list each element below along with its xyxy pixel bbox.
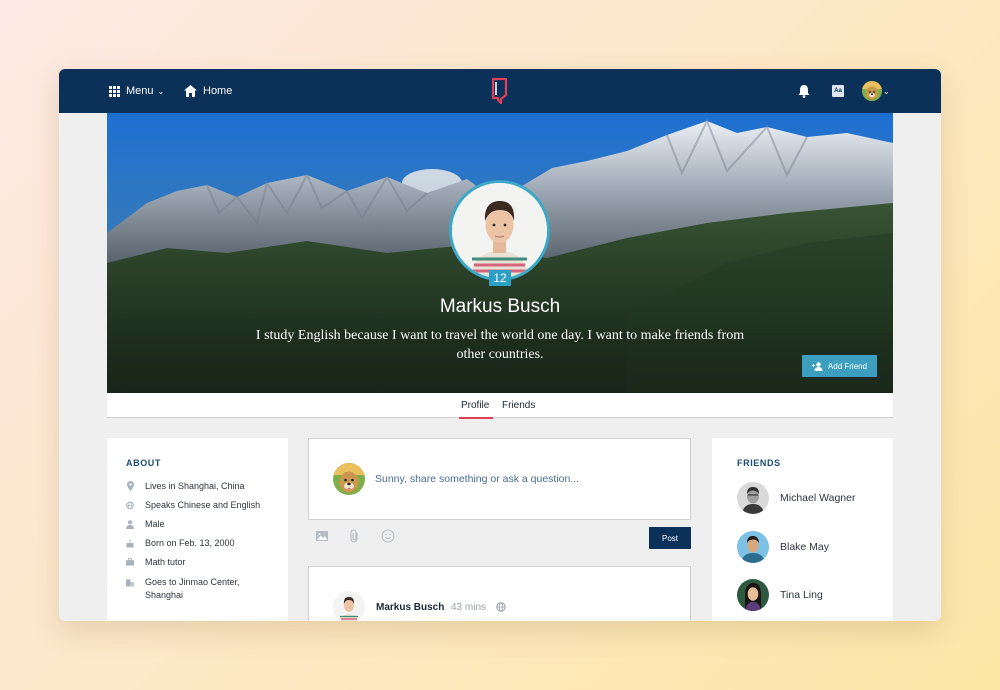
about-item-location: Lives in Shanghai, China (126, 480, 245, 493)
top-navbar: Menu ⌄ Home Aa ⌄ (59, 69, 941, 113)
add-friend-button[interactable]: Add Friend (802, 355, 877, 377)
app-logo[interactable] (491, 78, 508, 104)
about-item-birthday: Born on Feb. 13, 2000 (126, 537, 235, 550)
about-item-text: Born on Feb. 13, 2000 (145, 538, 235, 548)
friend-item[interactable]: Michael Wagner (737, 482, 855, 514)
bell-icon (798, 84, 810, 98)
about-item-gender: Male (126, 518, 165, 531)
profile-cover: 12 Markus Busch I study English because … (107, 113, 893, 393)
about-item-languages: Speaks Chinese and English (126, 499, 260, 512)
about-item-text: Math tutor (145, 557, 186, 567)
about-item-text: Male (145, 519, 165, 529)
birthday-cake-icon (126, 538, 134, 548)
about-item-text: Speaks Chinese and English (145, 500, 261, 510)
building-icon (126, 577, 134, 587)
dictionary-icon: Aa (832, 85, 844, 97)
about-item-text: Goes to Jinmao Center, Shanghai (145, 577, 240, 600)
avatar[interactable] (333, 591, 365, 621)
avatar (737, 579, 769, 611)
home-link[interactable]: Home (184, 69, 232, 113)
location-pin-icon (126, 481, 134, 491)
account-menu-button[interactable]: ⌄ (862, 69, 890, 113)
friend-name: Michael Wagner (780, 492, 856, 504)
globe-icon (126, 500, 134, 510)
profile-bio: I study English because I want to travel… (255, 328, 745, 362)
add-friend-label: Add Friend (827, 361, 868, 371)
chevron-down-icon: ⌄ (883, 86, 890, 96)
friend-name: Tina Ling (780, 589, 823, 601)
grid-icon (109, 85, 120, 97)
level-badge: 12 (489, 270, 511, 286)
friends-card: FRIENDS Michael Wagner Blake May Tina Li… (712, 438, 893, 621)
friend-name: Blake May (780, 541, 830, 553)
composer-input[interactable] (375, 467, 675, 491)
image-icon[interactable] (315, 529, 329, 543)
about-title: ABOUT (126, 458, 161, 468)
avatar (737, 531, 769, 563)
friend-item[interactable]: Tina Ling (737, 579, 823, 611)
friend-item[interactable]: Blake May (737, 531, 829, 563)
menu-label: Menu (126, 85, 154, 97)
avatar (737, 482, 769, 514)
post-composer (308, 438, 691, 520)
globe-icon (496, 602, 506, 612)
about-item-job: Math tutor (126, 556, 186, 569)
home-icon (184, 85, 197, 97)
tab-profile[interactable]: Profile (459, 393, 494, 419)
briefcase-icon (126, 557, 134, 567)
post-author[interactable]: Markus Busch (376, 602, 444, 613)
person-icon (126, 519, 134, 529)
profile-name: Markus Busch (439, 296, 561, 317)
notifications-button[interactable] (798, 69, 810, 113)
post-time: 43 mins (451, 602, 487, 613)
about-item-school: Goes to Jinmao Center, Shanghai (126, 576, 271, 602)
post-button[interactable]: Post (649, 527, 691, 549)
add-user-icon (811, 361, 823, 371)
profile-avatar[interactable] (449, 180, 550, 281)
menu-button[interactable]: Menu ⌄ (109, 69, 164, 113)
tab-friends[interactable]: Friends (502, 393, 535, 418)
app-window: Menu ⌄ Home Aa ⌄ 12 Markus Busch I study… (59, 69, 941, 621)
post-card: Markus Busch 43 mins (308, 566, 691, 621)
friends-title: FRIENDS (737, 458, 781, 468)
emoji-icon[interactable] (381, 529, 395, 543)
profile-tabs: Profile Friends (107, 393, 893, 419)
about-card: ABOUT Lives in Shanghai, China Speaks Ch… (107, 438, 288, 621)
chevron-down-icon: ⌄ (157, 86, 165, 96)
home-label: Home (203, 85, 233, 97)
avatar (862, 81, 882, 101)
about-item-text: Lives in Shanghai, China (145, 481, 245, 491)
avatar (333, 463, 365, 495)
dictionary-button[interactable]: Aa (832, 69, 844, 113)
attachment-icon[interactable] (348, 529, 362, 543)
